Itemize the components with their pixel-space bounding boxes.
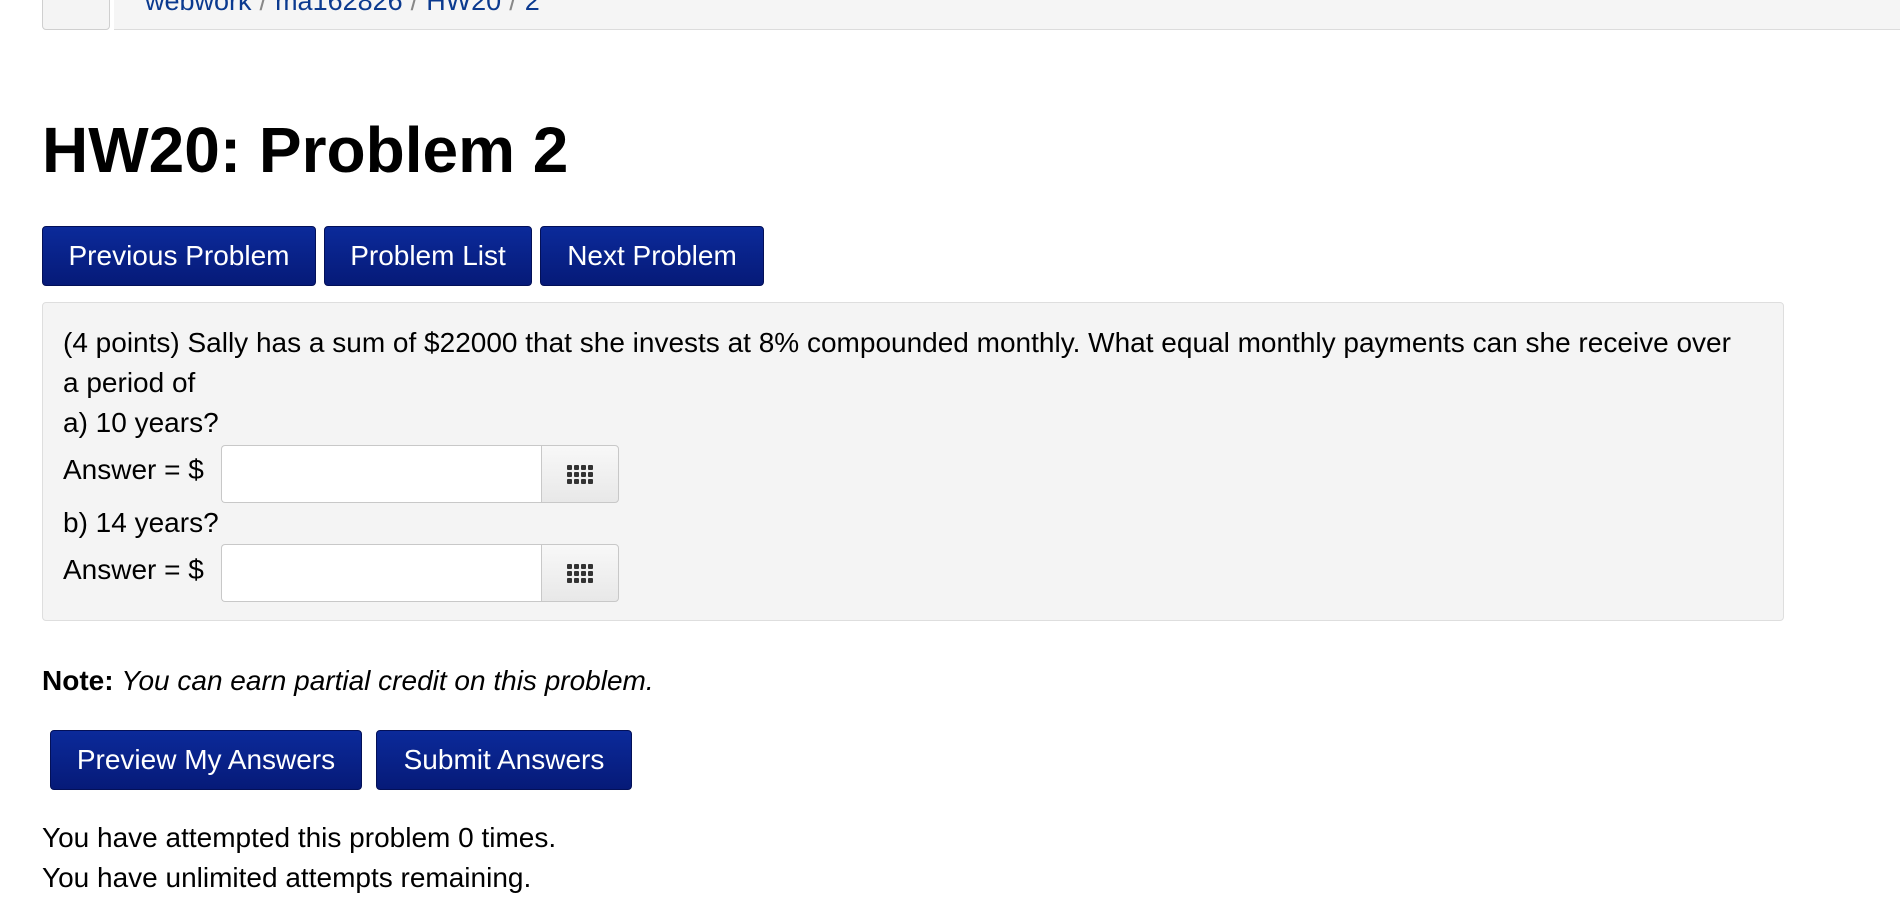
- answer-a-keypad-button[interactable]: [541, 445, 619, 503]
- page-title: HW20: Problem 2: [42, 114, 569, 186]
- preview-answers-button[interactable]: Preview My Answers: [50, 730, 362, 790]
- problem-statement: (4 points) Sally has a sum of $22000 tha…: [63, 327, 1731, 358]
- note-label: Note:: [42, 665, 114, 696]
- top-navigation: ‹ webwork / ma162826 / HW20 / 2: [0, 0, 1900, 32]
- problem-statement-continued: a period of: [63, 367, 196, 398]
- part-b-prompt: b) 14 years?: [63, 507, 219, 538]
- next-problem-button[interactable]: Next Problem: [540, 226, 764, 286]
- breadcrumb-separator: /: [509, 0, 517, 16]
- problem-list-button[interactable]: Problem List: [324, 226, 532, 286]
- breadcrumb-item-course[interactable]: ma162826: [275, 0, 403, 16]
- note-text: You can earn partial credit on this prob…: [121, 665, 654, 696]
- answer-a-input[interactable]: [221, 445, 541, 503]
- breadcrumb-item-webwork[interactable]: webwork: [145, 0, 252, 16]
- breadcrumb: webwork / ma162826 / HW20 / 2: [145, 0, 540, 17]
- breadcrumb-separator: /: [410, 0, 419, 16]
- back-button[interactable]: ‹: [42, 0, 110, 30]
- answer-a-group: [221, 445, 619, 503]
- answer-b-keypad-button[interactable]: [541, 544, 619, 602]
- grid-icon: [567, 563, 593, 583]
- problem-panel: (4 points) Sally has a sum of $22000 tha…: [42, 302, 1784, 621]
- previous-problem-button[interactable]: Previous Problem: [42, 226, 316, 286]
- breadcrumb-item-set[interactable]: HW20: [426, 0, 501, 16]
- partial-credit-note: Note: You can earn partial credit on thi…: [42, 663, 654, 699]
- attempts-status: You have attempted this problem 0 times.: [42, 822, 557, 853]
- answer-b-group: [221, 544, 619, 602]
- breadcrumb-separator: /: [259, 0, 268, 16]
- breadcrumb-item-problem[interactable]: 2: [525, 0, 540, 16]
- answer-b-label: Answer = $: [63, 554, 204, 585]
- submit-answers-button[interactable]: Submit Answers: [376, 730, 632, 790]
- answer-b-input[interactable]: [221, 544, 541, 602]
- grid-icon: [567, 464, 593, 484]
- chevron-left-icon: ‹: [72, 0, 79, 7]
- part-a-prompt: a) 10 years?: [63, 407, 219, 438]
- remaining-attempts-status: You have unlimited attempts remaining.: [42, 862, 532, 893]
- answer-a-label: Answer = $: [63, 454, 204, 485]
